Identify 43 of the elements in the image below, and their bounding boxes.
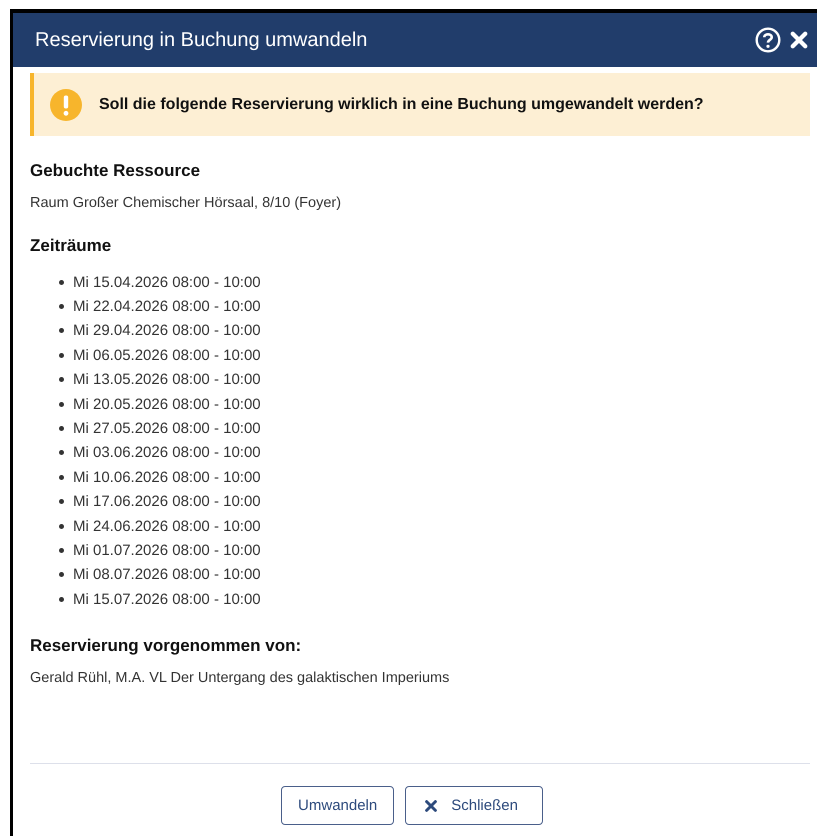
warning-text: Soll die folgende Reservierung wirklich in eine Buchung umgewandelt werden?: [99, 96, 704, 114]
time-slot: Mi 15.07.2026 08:00 - 10:00: [73, 590, 261, 608]
time-slot: Mi 27.05.2026 08:00 - 10:00: [73, 420, 261, 438]
close-icon: [789, 30, 809, 50]
help-icon: [755, 27, 781, 53]
section-text: Gerald Rühl, M.A. VL Der Untergang des galaktischen Imperiums: [30, 670, 450, 686]
time-slot: Mi 17.06.2026 08:00 - 10:00: [73, 493, 261, 510]
bullet-icon: [59, 377, 64, 382]
close-button[interactable]: Schließen: [405, 786, 543, 825]
bullet-icon: [59, 499, 64, 504]
close-icon: [424, 798, 438, 812]
bullet-icon: [59, 402, 64, 407]
time-slot: Mi 24.06.2026 08:00 - 10:00: [73, 518, 261, 535]
time-slot: Mi 29.04.2026 08:00 - 10:00: [73, 322, 261, 340]
time-slot: Mi 06.05.2026 08:00 - 10:00: [73, 346, 261, 364]
time-slot: Mi 08.07.2026 08:00 - 10:00: [73, 566, 261, 584]
bullet-icon: [59, 474, 64, 480]
bullet-icon: [59, 328, 64, 334]
bullet-icon: [59, 304, 64, 310]
close-button[interactable]: [789, 30, 809, 50]
bullet-icon: [59, 596, 64, 602]
bullet-icon: [59, 280, 64, 285]
time-slot: Mi 03.06.2026 08:00 - 10:00: [73, 444, 261, 462]
bullet-icon: [59, 548, 64, 553]
help-button[interactable]: [755, 27, 781, 53]
section-heading: Gebuchte Ressource: [30, 161, 202, 181]
bullet-icon: [59, 352, 64, 358]
bullet-icon: [59, 524, 64, 529]
section-heading: Reservierung vorgenommen von:: [30, 636, 302, 656]
bullet-icon: [59, 450, 64, 456]
time-slot: Mi 22.04.2026 08:00 - 10:00: [73, 298, 261, 316]
time-slot: Mi 01.07.2026 08:00 - 10:00: [73, 542, 261, 559]
section-text: Raum Großer Chemischer Hörsaal, 8/10 (Foyer): [30, 195, 342, 211]
bullet-icon: [59, 426, 64, 432]
time-slot: Mi 20.05.2026 08:00 - 10:00: [73, 396, 261, 413]
time-slot: Mi 15.04.2026 08:00 - 10:00: [73, 274, 261, 291]
section-heading: Zeiträume: [30, 236, 112, 256]
time-slot: Mi 13.05.2026 08:00 - 10:00: [73, 371, 261, 388]
warning-icon: [50, 88, 82, 120]
bullet-icon: [59, 572, 64, 578]
dialog-title: Reservierung in Buchung umwandeln: [35, 28, 368, 52]
convert-button[interactable]: Umwandeln: [281, 786, 394, 825]
time-slot: Mi 10.06.2026 08:00 - 10:00: [73, 468, 261, 486]
